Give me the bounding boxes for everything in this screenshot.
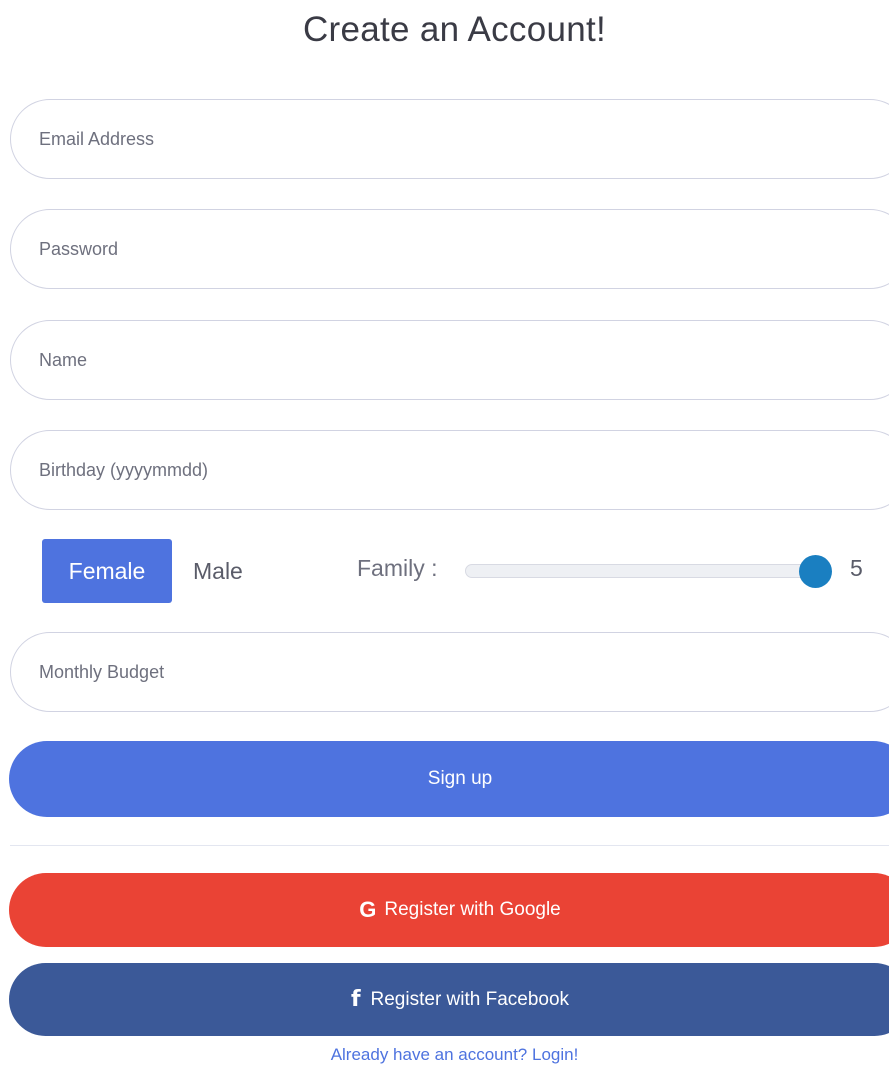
family-label: Family : [357,555,438,581]
register-facebook-label: Register with Facebook [370,988,570,1010]
name-field[interactable] [10,320,889,400]
gender-female-button[interactable]: Female [42,539,172,603]
divider [10,845,889,846]
gender-toggle-group: Female Male [42,539,264,603]
signup-button[interactable]: Sign up [9,741,889,817]
family-slider-thumb[interactable] [799,555,832,588]
family-slider-track[interactable] [465,564,820,578]
register-google-button[interactable]: G Register with Google [9,873,889,947]
register-page: Create an Account! Female Male Family : … [0,0,889,1071]
gender-male-button[interactable]: Male [172,539,264,603]
google-icon: G [359,897,377,922]
password-field[interactable] [10,209,889,289]
facebook-icon: f [350,986,361,1012]
birthday-field[interactable] [10,430,889,510]
family-value: 5 [850,555,863,581]
signup-button-label: Sign up [427,768,493,789]
monthly-budget-field[interactable] [10,632,889,712]
page-title: Create an Account! [302,10,607,49]
email-field[interactable] [10,99,889,179]
register-facebook-button[interactable]: f Register with Facebook [9,963,889,1036]
login-link[interactable]: Already have an account? Login! [0,1045,889,1065]
register-google-label: Register with Google [384,899,561,920]
